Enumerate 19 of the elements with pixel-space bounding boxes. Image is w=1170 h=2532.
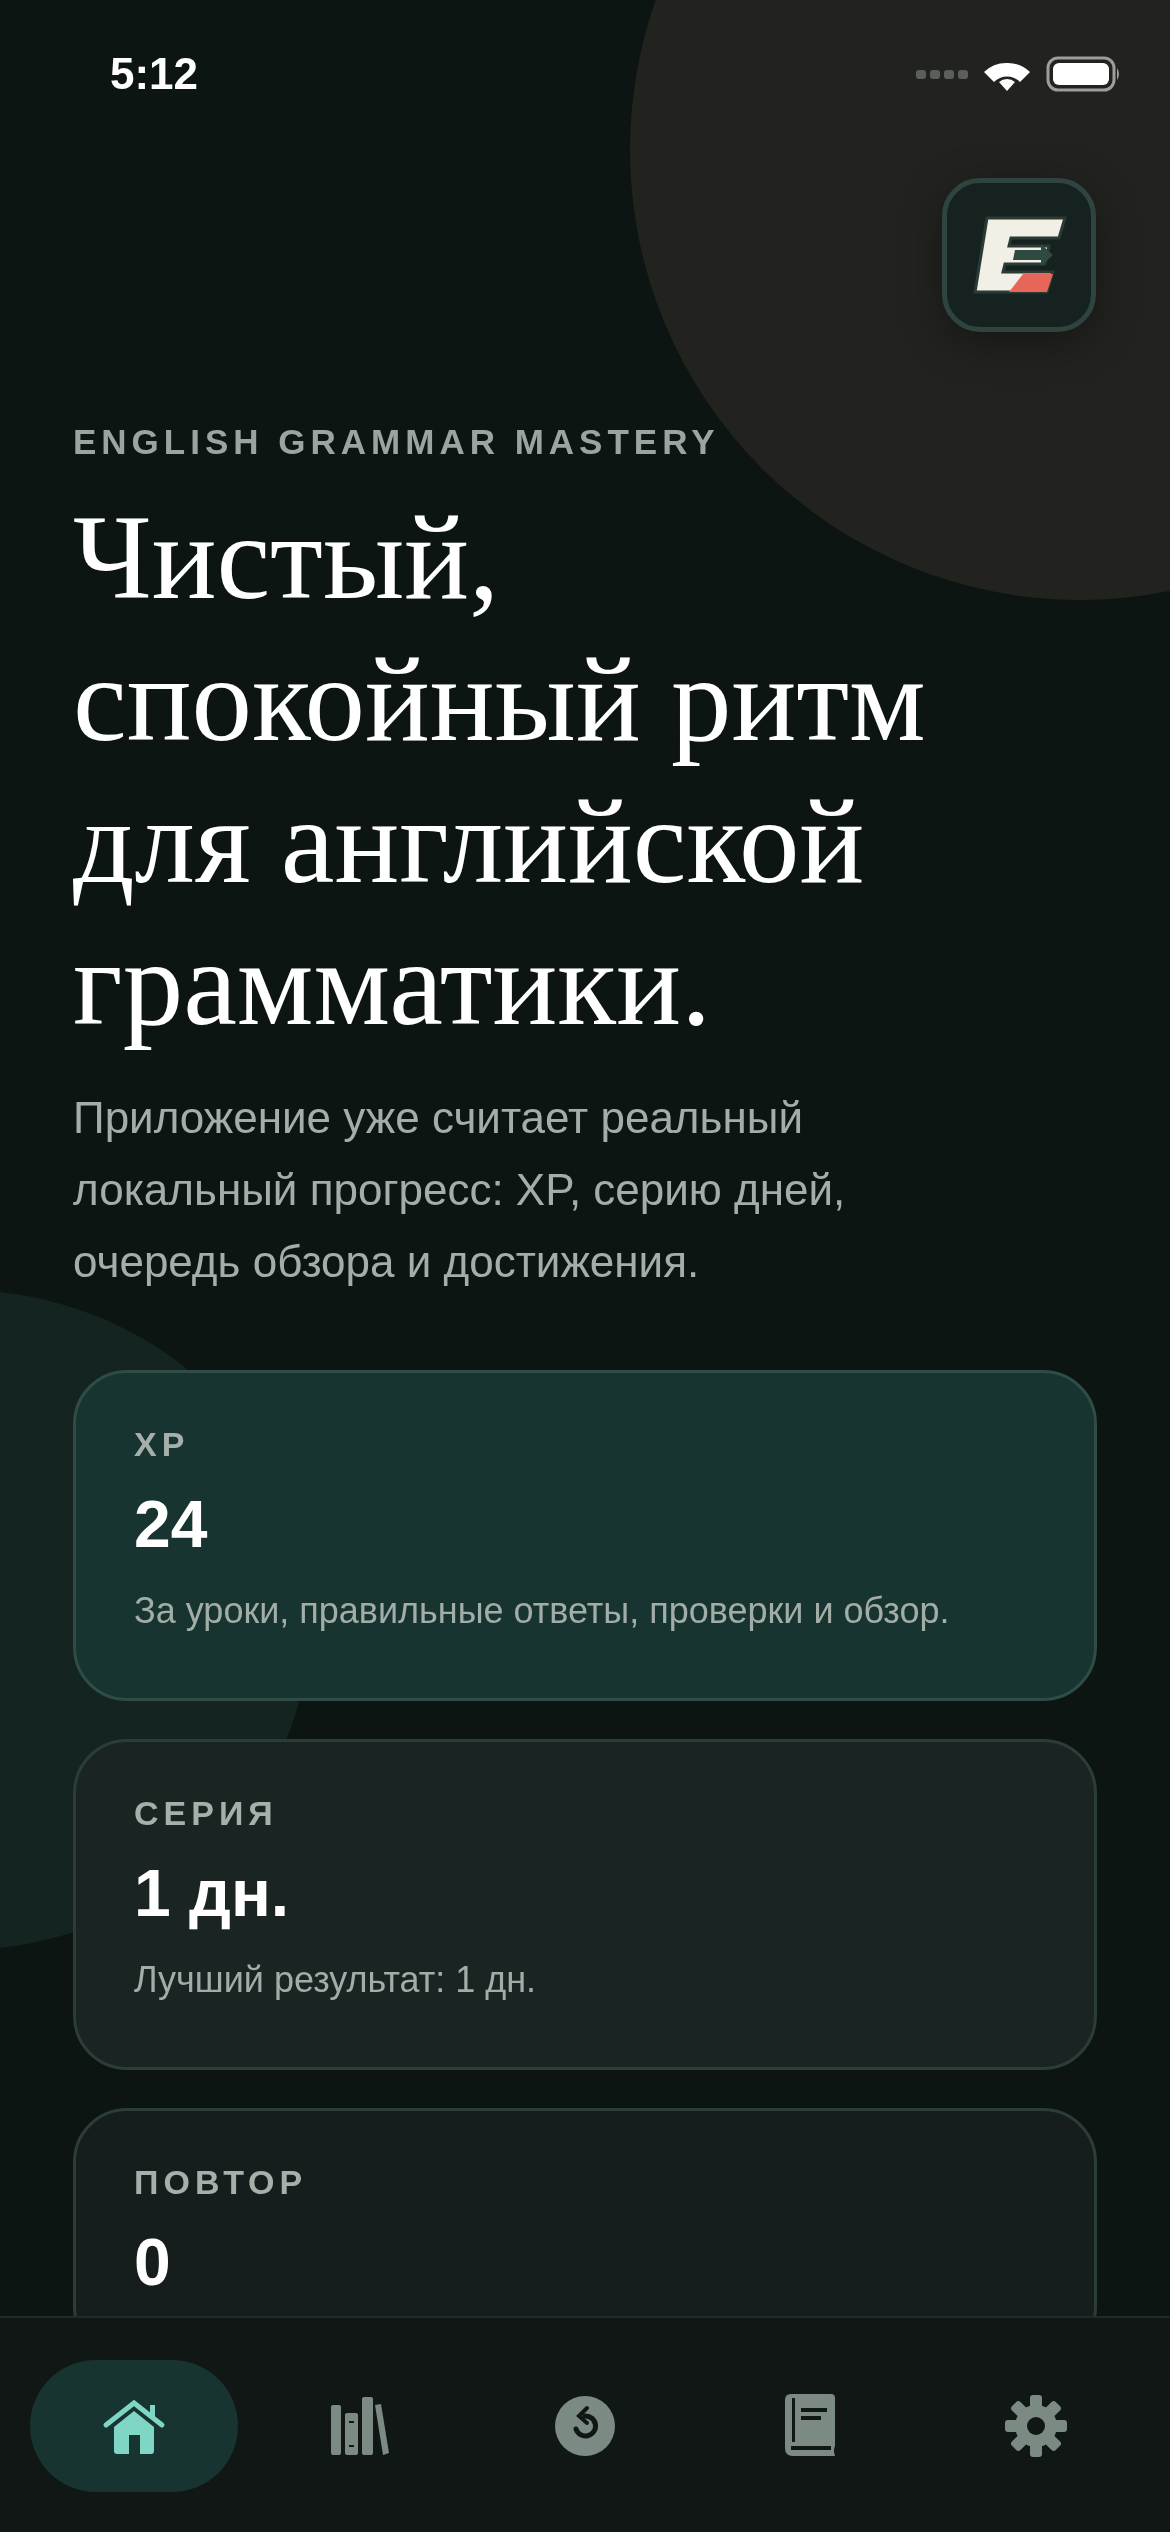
app-subtitle: ENGLISH GRAMMAR MASTERY xyxy=(73,422,721,462)
stat-label: СЕРИЯ xyxy=(134,1794,279,1833)
headline: Чистый, спокойный ритм для английской грамматики. xyxy=(73,489,927,1052)
stat-label: ПОВТОР xyxy=(134,2163,309,2202)
stat-value: 0 xyxy=(134,2224,172,2300)
battery-icon xyxy=(1046,56,1122,92)
undo-icon xyxy=(554,2395,616,2457)
stat-value: 24 xyxy=(134,1486,209,1562)
settings-icon xyxy=(1005,2395,1067,2457)
signal-icon xyxy=(916,67,968,81)
stat-value: 1 дн. xyxy=(134,1855,291,1931)
books-icon xyxy=(328,2397,391,2455)
stat-note: За уроки, правильные ответы, проверки и обзор. xyxy=(134,1589,951,1633)
stat-note: Лучший результат: 1 дн. xyxy=(134,1958,538,2002)
intro-text: Приложение уже считает реальный локальный прогресс: XP, серию дней, очередь обзора и достижения. xyxy=(73,1092,847,1288)
home-icon xyxy=(102,2397,166,2455)
stat-label: XP xyxy=(134,1425,191,1464)
status-time: 5:12 xyxy=(110,49,199,99)
book-icon xyxy=(784,2394,837,2458)
